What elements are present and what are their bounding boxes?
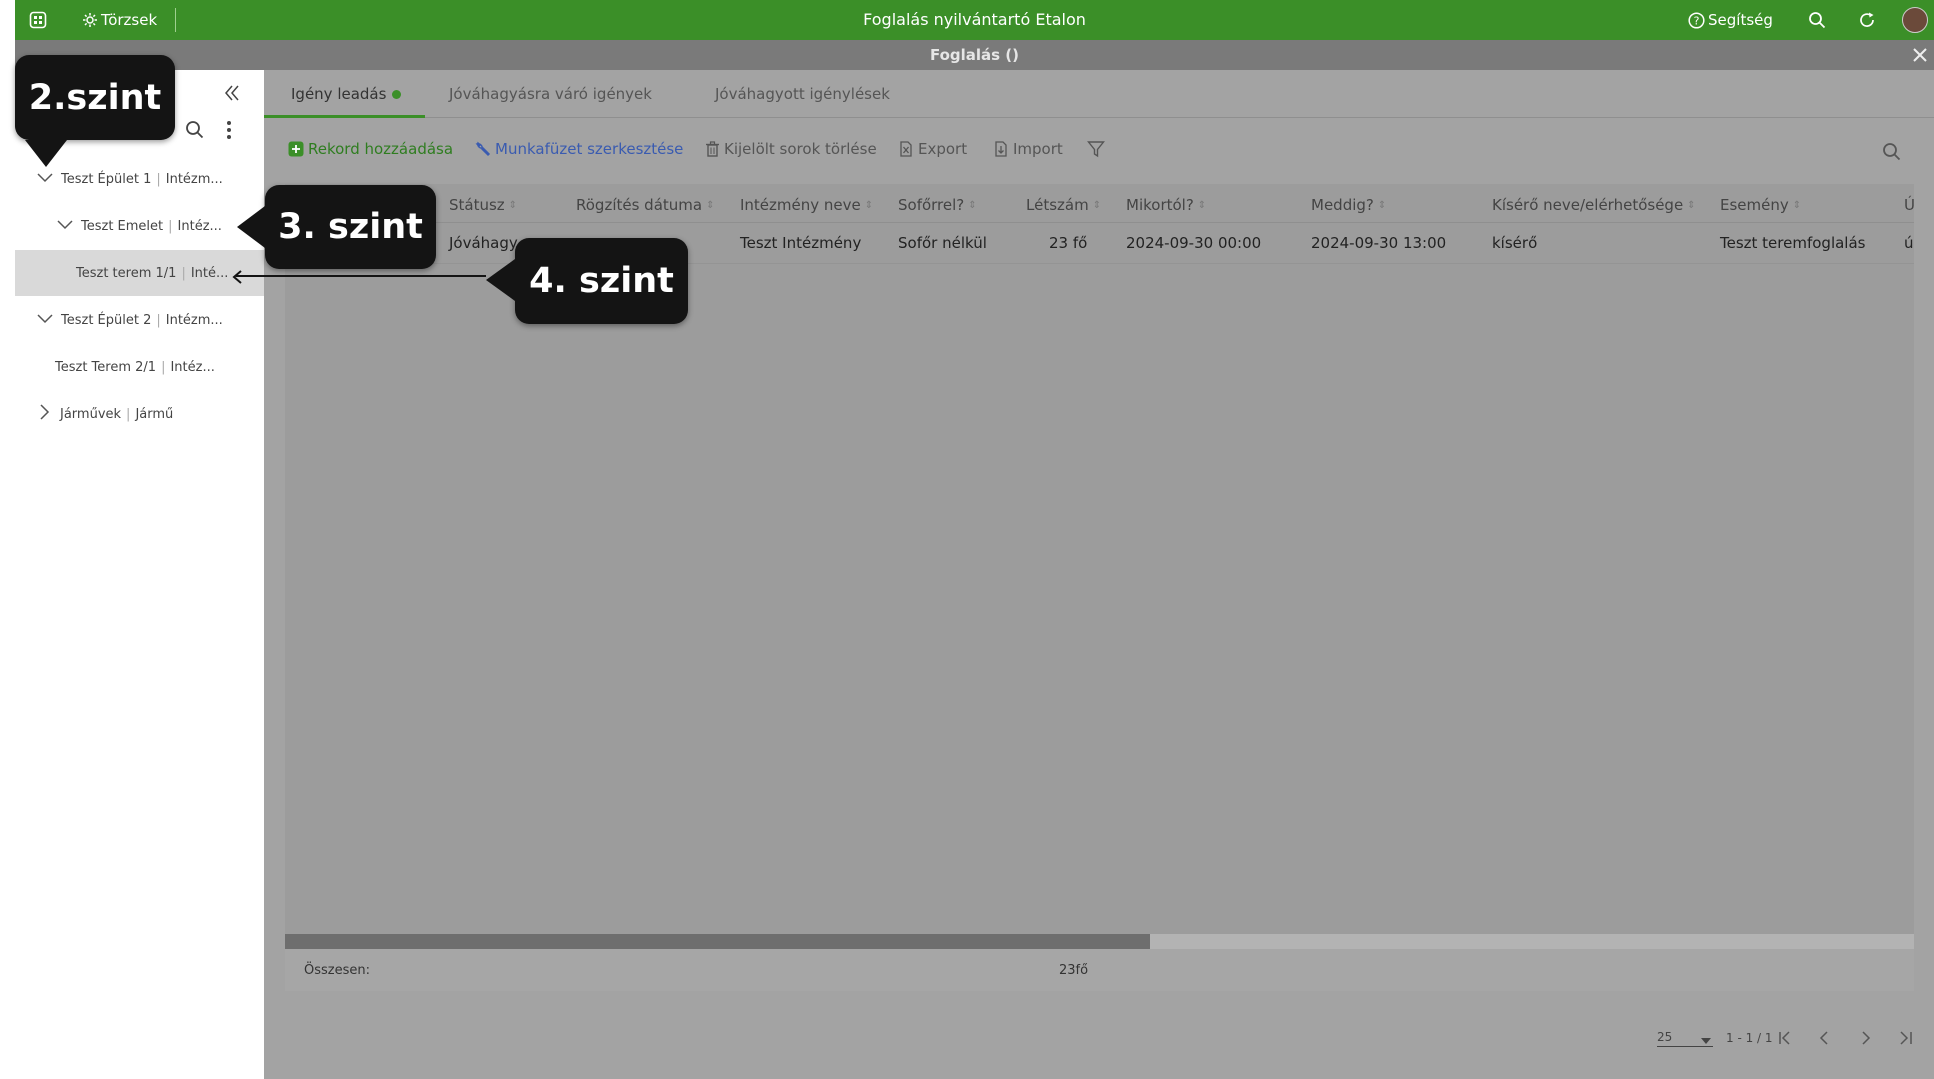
tab-jovahagyasra-varo[interactable]: Jóváhagyásra váró igények (449, 70, 652, 118)
edit-workbook-label: Munkafüzet szerkesztése (495, 140, 684, 158)
refresh-icon[interactable] (1858, 0, 1876, 40)
grid-footer (285, 949, 1914, 991)
arrow-line (236, 275, 486, 277)
col-header-mikortol[interactable]: Mikortól? ⇕ (1126, 194, 1206, 216)
delete-selected-label: Kijelölt sorok törlése (724, 140, 877, 158)
chevron-down-icon (37, 313, 53, 328)
add-record-button[interactable]: Rekord hozzáadása (288, 138, 453, 160)
prev-page-icon[interactable] (1817, 1030, 1833, 1049)
cell-meddig: 2024-09-30 13:00 (1311, 234, 1447, 252)
col-header-u[interactable]: Ú (1904, 194, 1915, 216)
tree-item-teszt-epulet-2[interactable]: Teszt Épület 2 | Intézm... (15, 297, 264, 343)
left-margin (0, 0, 15, 1079)
chevron-right-icon (40, 404, 50, 424)
window-title-bar: Foglalás () (15, 40, 1934, 70)
cell-statusz: Jóváhagy (449, 234, 518, 252)
add-record-label: Rekord hozzáadása (308, 140, 454, 158)
close-icon[interactable] (1912, 47, 1928, 67)
app-topbar: Foglalás nyilvántartó Etalon Törzsek ? S… (15, 0, 1934, 40)
col-header-rogzites-datuma[interactable]: Rögzítés dátuma ⇕ (576, 194, 714, 216)
plus-icon (288, 141, 304, 157)
tree-search-icon[interactable] (185, 120, 204, 143)
cell-mikortol: 2024-09-30 00:00 (1126, 234, 1262, 252)
col-header-meddig[interactable]: Meddig? ⇕ (1311, 194, 1386, 216)
status-dot (392, 90, 402, 99)
import-icon (995, 141, 1007, 157)
tab-igeny-leadas[interactable]: Igény leadás (291, 70, 402, 118)
cell-letszam: 23 fő (1049, 234, 1088, 252)
cell-soforrel: Sofőr nélkül (898, 234, 987, 252)
edit-workbook-button[interactable]: Munkafüzet szerkesztése (475, 138, 683, 160)
wrench-icon (475, 141, 491, 157)
col-header-statusz[interactable]: Státusz ⇕ (449, 194, 517, 216)
collapse-sidebar-icon[interactable] (223, 84, 241, 106)
more-options-icon[interactable] (226, 120, 232, 144)
callout-level-4-pointer (486, 259, 515, 301)
col-header-letszam[interactable]: Létszám ⇕ (1026, 194, 1101, 216)
export-label: Export (918, 140, 968, 158)
page-size-select[interactable]: 25 (1657, 1030, 1713, 1047)
torzsek-label: Törzsek (101, 11, 158, 29)
window-title: Foglalás () (929, 46, 1020, 64)
cog-icon (83, 13, 97, 27)
scrollbar-thumb[interactable] (285, 934, 1150, 949)
help-icon: ? (1688, 11, 1705, 29)
page-range: 1 - 1 / 1 (1726, 1031, 1773, 1045)
arrow-head-icon (231, 269, 245, 288)
total-value: 23fő (1059, 963, 1089, 978)
trash-icon (706, 141, 719, 157)
tab-label: Jóváhagyásra váró igények (449, 85, 652, 103)
user-avatar[interactable] (1902, 0, 1928, 40)
chevron-down-icon (57, 219, 73, 234)
cell-kisero: kísérő (1492, 234, 1538, 252)
col-header-kisero[interactable]: Kísérő neve/elérhetősége ⇕ (1492, 194, 1696, 216)
total-label: Összesen: (304, 963, 370, 978)
help-label: Segítség (1708, 11, 1773, 29)
callout-level-2: 2.szint (15, 55, 175, 140)
svg-text:?: ? (1694, 14, 1700, 27)
apps-grid-icon[interactable] (29, 0, 47, 40)
chevron-down-icon (37, 172, 53, 187)
filter-icon[interactable] (1087, 138, 1109, 160)
app-title: Foglalás nyilvántartó Etalon (863, 10, 1086, 29)
cell-esemeny: Teszt teremfoglalás (1720, 234, 1866, 252)
delete-selected-button[interactable]: Kijelölt sorok törlése (705, 138, 877, 160)
active-tab-indicator (264, 115, 425, 118)
col-header-intezmeny-neve[interactable]: Intézmény neve ⇕ (740, 194, 873, 216)
tree-item-teszt-terem-1-1[interactable]: Teszt terem 1/1 | Inté... (15, 250, 264, 296)
import-button[interactable]: Import (993, 138, 1063, 160)
callout-level-3-pointer (237, 206, 265, 248)
import-label: Import (1013, 140, 1063, 158)
tab-label: Igény leadás (291, 85, 387, 103)
cell-u: ú (1904, 234, 1914, 252)
topbar-divider (175, 8, 176, 32)
export-button[interactable]: Export (898, 138, 967, 160)
cell-intezmeny: Teszt Intézmény (740, 234, 862, 252)
tree-item-teszt-emelet[interactable]: Teszt Emelet | Intéz... (15, 203, 264, 249)
callout-level-3: 3. szint (265, 185, 436, 269)
first-page-icon[interactable] (1777, 1030, 1795, 1049)
last-page-icon[interactable] (1896, 1030, 1914, 1049)
col-header-soforrel[interactable]: Sofőrrel? ⇕ (898, 194, 977, 216)
tree-item-jarmuvek[interactable]: Járművek | Jármű (15, 391, 264, 437)
global-search-icon[interactable] (1808, 0, 1826, 40)
header-divider (285, 222, 1914, 223)
tab-label: Jóváhagyott igénylések (715, 85, 890, 103)
dropdown-arrow-icon (1701, 1033, 1711, 1047)
callout-level-2-pointer (25, 140, 67, 167)
torzsek-button[interactable]: Törzsek (82, 0, 157, 40)
next-page-icon[interactable] (1857, 1030, 1873, 1049)
export-icon (900, 141, 912, 157)
col-header-esemeny[interactable]: Esemény ⇕ (1720, 194, 1801, 216)
tree-item-teszt-terem-2-1[interactable]: Teszt Terem 2/1 | Intéz... (15, 344, 264, 390)
help-button[interactable]: ? Segítség (1688, 0, 1773, 40)
tab-jovahagyott[interactable]: Jóváhagyott igénylések (715, 70, 890, 118)
callout-level-4: 4. szint (515, 238, 688, 324)
grid-search-icon[interactable] (1882, 140, 1905, 162)
tree-sidebar: Teszt Épület 1 | Intézm... Teszt Emelet | In… (15, 70, 264, 1079)
